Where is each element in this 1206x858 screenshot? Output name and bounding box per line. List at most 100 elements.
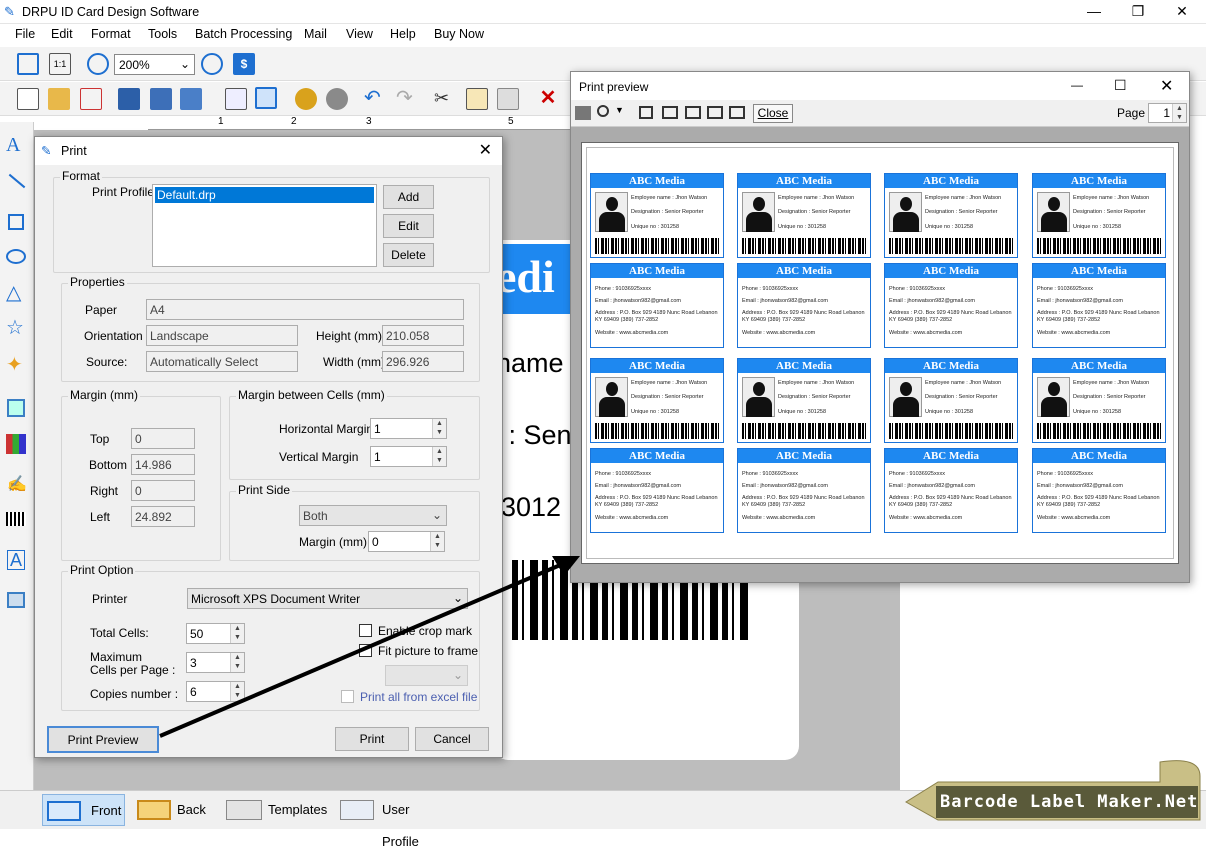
- chevron-down-icon[interactable]: ▼: [615, 105, 624, 115]
- phone-text: Phone : 91036925xxxx: [742, 471, 798, 477]
- six-pages-icon[interactable]: [729, 106, 745, 119]
- line-tool-icon[interactable]: [8, 173, 26, 189]
- menu-edit[interactable]: Edit: [51, 27, 73, 41]
- print-profile-list[interactable]: Default.drp: [152, 184, 377, 267]
- print-dialog-titlebar: ✎ Print ✕: [35, 137, 502, 165]
- watermark-tool-icon[interactable]: A: [7, 550, 25, 570]
- cut-icon[interactable]: ✂: [434, 88, 456, 110]
- save-as-icon[interactable]: [150, 88, 172, 110]
- print-side-legend: Print Side: [236, 483, 293, 497]
- four-pages-icon[interactable]: [707, 106, 723, 119]
- rectangle-tool-icon[interactable]: [8, 214, 24, 230]
- tab-back[interactable]: Back: [133, 794, 211, 826]
- menu-batch-processing[interactable]: Batch Processing: [195, 27, 292, 41]
- left-field[interactable]: 24.892: [131, 506, 195, 527]
- print-side-value: Both: [303, 509, 328, 523]
- spinner-arrows-icon[interactable]: ▲ ▼: [432, 419, 446, 438]
- unique-no-text: Unique no : 301258: [1073, 224, 1122, 230]
- two-pages-icon[interactable]: [662, 106, 678, 119]
- unique-no-text: Unique no : 301258: [631, 224, 680, 230]
- new-icon[interactable]: [17, 88, 39, 110]
- fit-page-icon[interactable]: [17, 53, 39, 75]
- zoom-out-icon[interactable]: [201, 53, 223, 75]
- id-card-back: ABC Media Phone : 91036925xxxx Email : jho…: [737, 448, 871, 533]
- tab-user-profile[interactable]: User Profile: [336, 794, 446, 849]
- vertical-margin-stepper[interactable]: 1 ▲ ▼: [370, 446, 447, 467]
- ellipse-tool-icon[interactable]: [6, 249, 26, 264]
- address-text: Address : P.O. Box 929 4189 Nunc Road Le…: [742, 310, 865, 316]
- open-icon[interactable]: [48, 88, 70, 110]
- ruler-tick: 1: [218, 116, 224, 127]
- save-icon[interactable]: [118, 88, 140, 110]
- triangle-tool-icon[interactable]: △: [6, 280, 21, 305]
- print-preview-button[interactable]: Print Preview: [47, 726, 159, 753]
- one-page-icon[interactable]: [639, 106, 653, 119]
- close-icon[interactable]: ✕: [1160, 0, 1204, 24]
- image-tool-icon[interactable]: [7, 592, 25, 608]
- print-profile-item[interactable]: Default.drp: [155, 187, 374, 203]
- dollar-icon[interactable]: $: [233, 53, 255, 75]
- zoom-select[interactable]: 200% ⌄: [114, 54, 195, 75]
- close-file-icon[interactable]: [80, 88, 102, 110]
- redo-icon[interactable]: ↷: [396, 88, 418, 110]
- print-dialog-close-icon[interactable]: ✕: [479, 137, 492, 165]
- delete-icon[interactable]: ✕: [537, 88, 559, 110]
- print-icon[interactable]: [255, 87, 277, 109]
- designation-text: Designation : Senior Reporter: [1073, 394, 1146, 400]
- side-margin-stepper[interactable]: 0 ▲ ▼: [368, 531, 445, 552]
- preview-minimize-icon[interactable]: —: [1071, 78, 1083, 92]
- print-setup-icon[interactable]: [225, 88, 247, 110]
- barcode-tool-icon[interactable]: [6, 512, 26, 526]
- horizontal-margin-stepper[interactable]: 1 ▲ ▼: [370, 418, 447, 439]
- copy-icon[interactable]: [466, 88, 488, 110]
- spinner-arrows-icon[interactable]: ▲ ▼: [1172, 104, 1186, 122]
- symbol-tool-icon[interactable]: ✦: [6, 352, 23, 377]
- library-tool-icon[interactable]: [6, 434, 26, 454]
- export-icon[interactable]: [180, 88, 202, 110]
- email-text: Email : jhonwatson982@gmail.com: [742, 483, 828, 489]
- actual-size-icon[interactable]: 1:1: [49, 53, 71, 75]
- preview-maximize-icon[interactable]: ☐: [1114, 77, 1127, 94]
- add-profile-button[interactable]: Add: [383, 185, 434, 209]
- preview-close-button[interactable]: Close: [753, 104, 793, 123]
- menu-help[interactable]: Help: [390, 27, 416, 41]
- vertical-margin-label: Vertical Margin: [279, 450, 359, 464]
- print-side-select[interactable]: Both ⌄: [299, 505, 447, 526]
- id-card-front: ABC Media Employee name : Jhon Watson Desi…: [590, 173, 724, 258]
- page-stepper[interactable]: 1 ▲ ▼: [1148, 103, 1187, 123]
- bottom-field[interactable]: 14.986: [131, 454, 195, 475]
- left-label: Left: [90, 510, 111, 524]
- menu-buy-now[interactable]: Buy Now: [434, 27, 484, 41]
- menu-format[interactable]: Format: [91, 27, 131, 41]
- tab-front[interactable]: Front: [42, 794, 125, 826]
- preview-zoom-icon[interactable]: [597, 105, 609, 117]
- three-pages-icon[interactable]: [685, 106, 701, 119]
- database-icon[interactable]: [295, 88, 317, 110]
- edit-profile-button[interactable]: Edit: [383, 214, 434, 238]
- signature-tool-icon[interactable]: ✍: [7, 474, 27, 494]
- preview-close-icon[interactable]: ✕: [1160, 76, 1173, 96]
- preview-print-icon[interactable]: [575, 106, 591, 120]
- text-tool-icon[interactable]: A: [6, 134, 20, 157]
- right-field[interactable]: 0: [131, 480, 195, 501]
- delete-profile-button[interactable]: Delete: [383, 243, 434, 267]
- minimize-icon[interactable]: —: [1072, 0, 1116, 24]
- paper-field: A4: [146, 299, 464, 320]
- undo-icon[interactable]: ↶: [364, 88, 386, 110]
- card-brand: ABC Media: [738, 264, 870, 278]
- top-field[interactable]: 0: [131, 428, 195, 449]
- tab-templates[interactable]: Templates: [222, 794, 327, 826]
- menu-view[interactable]: View: [346, 27, 373, 41]
- phone-text: Phone : 91036925xxxx: [889, 471, 945, 477]
- menu-file[interactable]: File: [15, 27, 35, 41]
- spinner-arrows-icon[interactable]: ▲ ▼: [432, 447, 446, 466]
- paste-icon[interactable]: [497, 88, 519, 110]
- spinner-arrows-icon[interactable]: ▲ ▼: [430, 532, 444, 551]
- zoom-in-icon[interactable]: [87, 53, 109, 75]
- database-alt-icon[interactable]: [326, 88, 348, 110]
- restore-icon[interactable]: ❐: [1116, 0, 1160, 24]
- picture-tool-icon[interactable]: [7, 399, 25, 417]
- menu-tools[interactable]: Tools: [148, 27, 177, 41]
- star-tool-icon[interactable]: ☆: [6, 315, 24, 340]
- menu-mail[interactable]: Mail: [304, 27, 327, 41]
